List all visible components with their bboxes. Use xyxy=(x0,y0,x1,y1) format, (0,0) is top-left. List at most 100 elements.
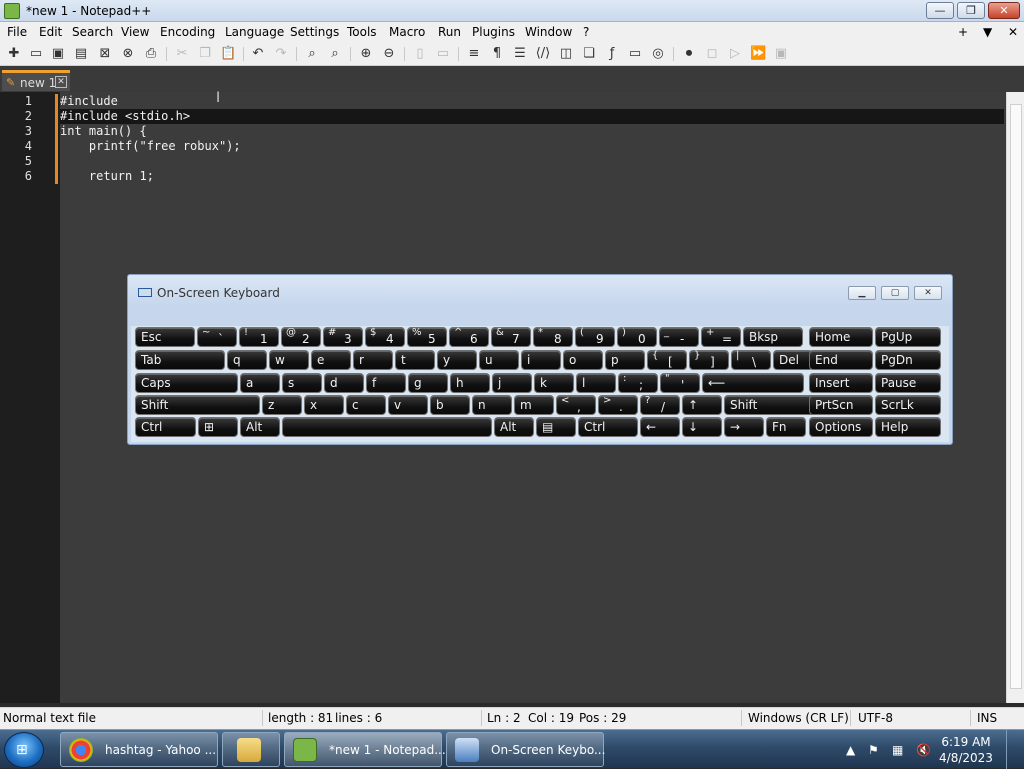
folder-workspace-icon[interactable]: ▭ xyxy=(627,46,643,62)
scrollbar-thumb[interactable] xyxy=(1010,104,1022,689)
code-line[interactable]: #include <stdio.h> xyxy=(60,109,190,123)
osk-key[interactable]: m xyxy=(514,395,554,415)
osk-key[interactable]: f xyxy=(366,373,406,393)
document-map-icon[interactable]: ◫ xyxy=(558,46,574,62)
menu-tools[interactable]: Tools xyxy=(347,25,377,39)
osk-key[interactable]: Ctrl xyxy=(135,417,196,437)
osk-key[interactable]: " ' xyxy=(660,373,700,393)
osk-key[interactable]: j xyxy=(492,373,532,393)
osk-key[interactable]: ▤ xyxy=(536,417,576,437)
show-hidden-icons-icon[interactable]: ▲ xyxy=(846,743,855,757)
close-file-icon[interactable]: ⊠ xyxy=(97,46,113,62)
minimize-button[interactable]: — xyxy=(926,2,954,19)
undo-icon[interactable]: ↶ xyxy=(250,46,266,62)
menu-settings[interactable]: Settings xyxy=(290,25,339,39)
osk-key[interactable]: Bksp xyxy=(743,327,803,347)
osk-key[interactable]: Shift xyxy=(135,395,260,415)
osk-key[interactable]: :; xyxy=(618,373,658,393)
play-macro-icon[interactable]: ▷ xyxy=(727,46,743,62)
show-all-chars-icon[interactable]: ¶ xyxy=(489,46,505,62)
copy-icon[interactable]: ❐ xyxy=(197,46,213,62)
xml-tag-icon[interactable]: ⟨/⟩ xyxy=(535,46,551,62)
osk-key[interactable]: k xyxy=(534,373,574,393)
volume-muted-icon[interactable]: 🔇 xyxy=(916,743,931,757)
osk-key[interactable]: r xyxy=(353,350,393,370)
menu-encoding[interactable]: Encoding xyxy=(160,25,215,39)
osk-key[interactable]: d xyxy=(324,373,364,393)
osk-key[interactable]: x xyxy=(304,395,344,415)
osk-key[interactable]: o xyxy=(563,350,603,370)
tab-list-dropdown[interactable]: ▼ xyxy=(983,25,992,39)
osk-close-button[interactable]: ✕ xyxy=(914,286,942,300)
osk-key[interactable]: * 8 xyxy=(533,327,573,347)
run-macro-multiple-icon[interactable]: ⏩ xyxy=(750,46,766,62)
stop-macro-icon[interactable]: ◻ xyxy=(704,46,720,62)
osk-key[interactable]: PgDn xyxy=(875,350,941,370)
osk-key[interactable]: Esc xyxy=(135,327,195,347)
osk-key[interactable]: ^ 6 xyxy=(449,327,489,347)
osk-key[interactable]: ⊞ xyxy=(198,417,238,437)
menu-window[interactable]: Window xyxy=(525,25,572,39)
network-icon[interactable]: ▦ xyxy=(892,743,903,757)
osk-key[interactable]: y xyxy=(437,350,477,370)
taskbar-item-osk[interactable]: On-Screen Keybo... xyxy=(446,732,605,767)
save-macro-icon[interactable]: ▣ xyxy=(773,46,789,62)
function-list-icon[interactable]: ƒ xyxy=(604,46,620,62)
code-line[interactable]: return 1; xyxy=(60,169,154,183)
osk-key[interactable]: ScrLk xyxy=(875,395,941,415)
osk-key[interactable]: p xyxy=(605,350,645,370)
osk-key[interactable]: i xyxy=(521,350,561,370)
osk-key[interactable]: ← xyxy=(640,417,680,437)
code-line[interactable]: int main() { xyxy=(60,124,147,138)
osk-key[interactable]: ) 0 xyxy=(617,327,657,347)
osk-key[interactable]: Fn xyxy=(766,417,806,437)
sync-horizontal-icon[interactable]: ▭ xyxy=(435,46,451,62)
paste-icon[interactable]: 📋 xyxy=(220,46,236,62)
osk-key[interactable]: & 7 xyxy=(491,327,531,347)
menu-file[interactable]: File xyxy=(7,25,27,39)
osk-key[interactable]: Pause xyxy=(875,373,941,393)
zoom-out-icon[interactable]: ⊖ xyxy=(381,46,397,62)
osk-key[interactable]: h xyxy=(450,373,490,393)
osk-key[interactable]: $4 xyxy=(365,327,405,347)
redo-icon[interactable]: ↷ xyxy=(273,46,289,62)
osk-key[interactable]: Home xyxy=(809,327,873,347)
osk-key[interactable]: ? / xyxy=(640,395,680,415)
osk-key[interactable]: g xyxy=(408,373,448,393)
monitoring-icon[interactable]: ◎ xyxy=(650,46,666,62)
osk-key[interactable]: }] xyxy=(689,350,729,370)
osk-key[interactable]: Del xyxy=(773,350,813,370)
osk-key[interactable]: #3 xyxy=(323,327,363,347)
code-line[interactable]: printf("free robux"); xyxy=(60,139,241,153)
taskbar-item-chrome[interactable]: hashtag - Yahoo ... xyxy=(60,732,218,767)
indent-guide-icon[interactable]: ☰ xyxy=(512,46,528,62)
replace-icon[interactable]: ⌕ xyxy=(327,46,343,62)
osk-key[interactable]: c xyxy=(346,395,386,415)
taskbar-item-explorer[interactable] xyxy=(222,732,280,767)
tab-close-icon[interactable]: ✕ xyxy=(55,76,67,88)
action-center-flag-icon[interactable]: ⚑ xyxy=(868,743,879,757)
osk-key[interactable]: PgUp xyxy=(875,327,941,347)
menu-language[interactable]: Language xyxy=(225,25,284,39)
osk-key[interactable]: w xyxy=(269,350,309,370)
osk-key[interactable]: <, xyxy=(556,395,596,415)
find-icon[interactable]: ⌕ xyxy=(304,46,320,62)
zoom-in-icon[interactable]: ⊕ xyxy=(358,46,374,62)
save-all-icon[interactable]: ▤ xyxy=(73,46,89,62)
osk-key[interactable]: z xyxy=(262,395,302,415)
osk-key[interactable]: s xyxy=(282,373,322,393)
osk-key[interactable]: Help xyxy=(875,417,941,437)
osk-key[interactable]: End xyxy=(809,350,873,370)
osk-key[interactable]: PrtScn xyxy=(809,395,873,415)
osk-key[interactable]: >. xyxy=(598,395,638,415)
menu-edit[interactable]: Edit xyxy=(39,25,62,39)
menu-help[interactable]: ? xyxy=(583,25,589,39)
osk-key[interactable]: | \ xyxy=(731,350,771,370)
close-button[interactable]: ✕ xyxy=(988,2,1020,19)
menu-plugins[interactable]: Plugins xyxy=(472,25,515,39)
osk-key[interactable]: ⟵ xyxy=(702,373,804,393)
record-macro-icon[interactable]: ⏺ xyxy=(681,46,697,62)
osk-key[interactable]: e xyxy=(311,350,351,370)
osk-key[interactable]: t xyxy=(395,350,435,370)
osk-key[interactable]: a xyxy=(240,373,280,393)
